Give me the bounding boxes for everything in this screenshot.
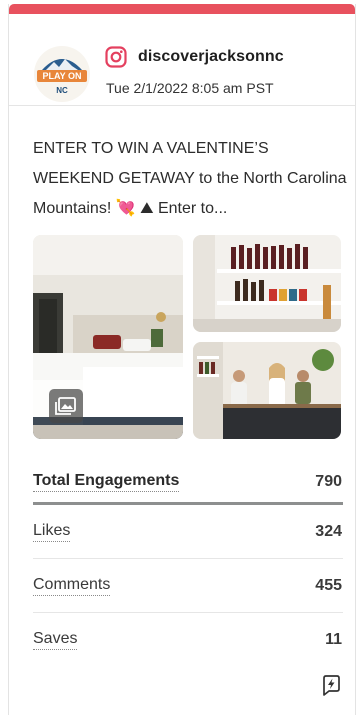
stat-label-total-engagements[interactable]: Total Engagements	[33, 472, 180, 492]
stat-label-likes[interactable]: Likes	[33, 522, 71, 542]
stat-row-comments: Comments 455	[33, 559, 343, 613]
stat-label-comments[interactable]: Comments	[33, 576, 111, 596]
engagement-stats: Total Engagements 790 Likes 324 Comments…	[33, 462, 343, 667]
media-image-wine-shop-visitors[interactable]	[193, 342, 341, 439]
media-image-hotel-room[interactable]	[33, 235, 183, 439]
post-timestamp: Tue 2/1/2022 8:05 am PST	[106, 80, 274, 96]
logo-line1: PLAY ON	[42, 71, 81, 81]
stat-label-saves[interactable]: Saves	[33, 630, 78, 650]
account-handle[interactable]: discoverjacksonnc	[138, 48, 284, 66]
stat-value-likes: 324	[315, 522, 342, 540]
gallery-icon	[55, 397, 76, 415]
gallery-badge	[49, 389, 83, 423]
stat-row-likes: Likes 324	[33, 505, 343, 559]
stat-value-saves: 11	[325, 631, 342, 648]
accent-bar	[9, 4, 355, 14]
post-header: PLAY ON NC discoverjacksonnc Tue 2/1/202…	[9, 14, 355, 106]
stat-row-saves: Saves 11	[33, 613, 343, 667]
post-caption: ENTER TO WIN A VALENTINE’S WEEKEND GETAW…	[33, 140, 347, 217]
insights-lightning-icon[interactable]	[320, 674, 342, 696]
post-card: PLAY ON NC discoverjacksonnc Tue 2/1/202…	[8, 4, 356, 715]
instagram-icon	[105, 46, 127, 68]
logo-line2: NC	[56, 86, 68, 95]
media-image-wine-shelf[interactable]	[193, 235, 341, 332]
avatar[interactable]: PLAY ON NC	[34, 46, 90, 102]
stat-value-comments: 455	[315, 576, 342, 594]
play-on-nc-logo: PLAY ON NC	[35, 47, 89, 101]
stat-value-total-engagements: 790	[315, 473, 342, 490]
stat-row-total-engagements: Total Engagements 790	[33, 462, 343, 505]
